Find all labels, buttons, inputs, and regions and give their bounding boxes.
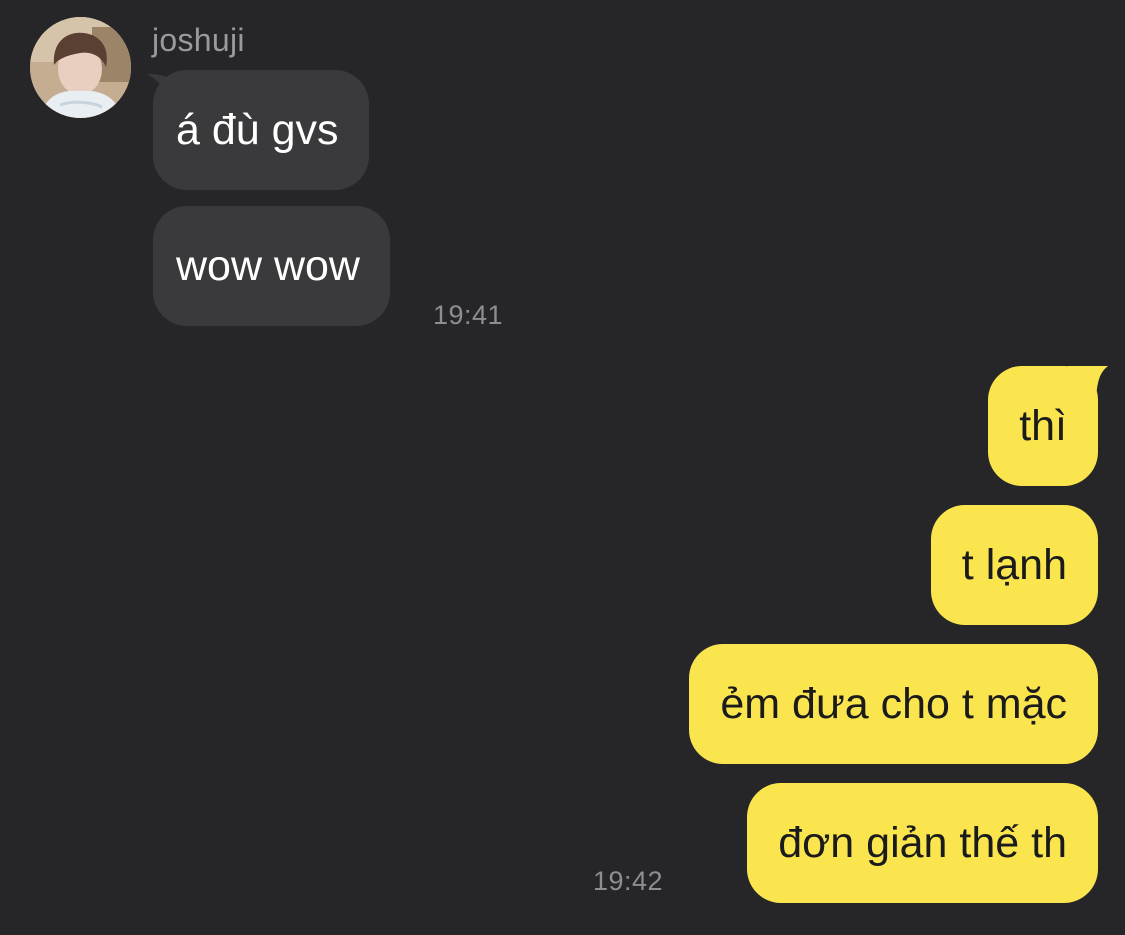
- outgoing-message-bubble[interactable]: t lạnh: [930, 505, 1098, 625]
- outgoing-message-bubble[interactable]: ẻm đưa cho t mặc: [689, 644, 1098, 764]
- chat-view: joshuji á đù gvs wow wow 19:41 thì t lạn…: [0, 0, 1125, 935]
- message-timestamp: 19:41: [433, 300, 504, 330]
- message-timestamp: 19:42: [593, 866, 664, 896]
- incoming-message-bubble[interactable]: wow wow: [153, 206, 390, 326]
- profile-photo-icon: [30, 17, 131, 118]
- outgoing-message-bubble[interactable]: thì: [988, 366, 1098, 486]
- contact-avatar[interactable]: [30, 17, 131, 118]
- incoming-message-bubble[interactable]: á đù gvs: [153, 70, 369, 190]
- sender-name: joshuji: [152, 22, 245, 58]
- outgoing-message-bubble[interactable]: đơn giản thế th: [747, 783, 1098, 903]
